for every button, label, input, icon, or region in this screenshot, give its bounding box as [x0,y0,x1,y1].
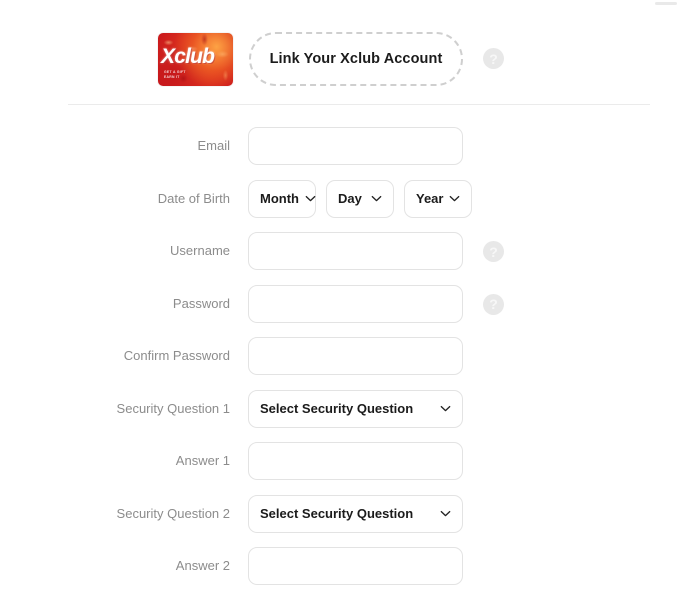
xclub-account-registration-page: Xclub GET A GIFT EARN IT Link Your Xclub… [0,0,680,613]
form-row-answer-2: Answer 2 [0,547,680,600]
control-answer-2 [248,547,463,585]
dob-year-select[interactable]: Year [404,179,472,218]
form-row-email: Email [0,127,680,180]
label-date-of-birth: Date of Birth [157,190,230,206]
dob-year-select-value: Year [416,191,444,206]
security-question-1-selected-value: Select Security Question [260,401,414,416]
header-divider [68,104,650,105]
label-answer-2: Answer 2 [175,558,230,573]
security-question-1-select[interactable]: Select Security Question [248,389,463,428]
username-input[interactable] [248,232,463,270]
xclub-card-logo: Xclub GET A GIFT EARN IT [158,33,233,86]
date-of-birth-group: Month Day Year [248,179,472,218]
control-answer-1 [248,442,463,480]
email-input[interactable] [248,127,463,165]
form-row-security-question-2: Security Question 2 Select Security Quest… [0,494,680,548]
card-subtext-label: GET A GIFT EARN IT [164,70,186,80]
help-icon-link-account[interactable]: ? [483,48,504,69]
form-row-date-of-birth: Date of Birth Month Day Year [0,179,680,233]
chevron-down-icon [440,403,451,414]
scrollbar-thumb[interactable] [655,2,677,5]
registration-form: Email Date of Birth Month Day Year Username? P… [0,127,680,600]
control-password [248,284,463,323]
label-security-question-1: Security Question 1 [116,400,230,416]
control-security-question-1: Select Security Question [248,389,463,428]
chevron-down-icon [440,508,451,519]
label-username: Username [170,243,230,258]
chevron-down-icon [305,193,316,204]
security-question-2-selected-value: Select Security Question [260,506,414,521]
confirm-password-input[interactable] [248,337,463,375]
dob-month-select[interactable]: Month [248,179,316,218]
control-confirm-password [248,337,463,375]
security-question-2-select[interactable]: Select Security Question [248,494,463,533]
help-icon[interactable]: ? [483,241,504,262]
label-password: Password [172,295,230,311]
chevron-down-icon [449,193,460,204]
dob-day-select-value: Day [338,191,362,206]
link-xclub-account-button[interactable]: Link Your Xclub Account [249,32,463,86]
control-email [248,127,463,165]
card-wordmark-label: Xclub [161,45,215,68]
chevron-down-icon [371,193,382,204]
answer-2-input[interactable] [248,547,463,585]
help-icon[interactable]: ? [483,293,504,315]
form-row-password: Password? [0,284,680,338]
form-row-answer-1: Answer 1 [0,442,680,495]
password-input[interactable] [248,284,463,323]
header-row: Xclub GET A GIFT EARN IT Link Your Xclub… [0,32,680,94]
dob-month-select-value: Month [260,191,299,206]
label-email: Email [197,138,230,153]
form-row-username: Username? [0,232,680,285]
label-confirm-password: Confirm Password [123,348,230,363]
link-xclub-account-label: Link Your Xclub Account [269,51,443,67]
dob-day-select[interactable]: Day [326,179,394,218]
card-subtext-line-2: EARN IT [164,75,180,79]
control-username [248,232,463,270]
form-row-confirm-password: Confirm Password [0,337,680,390]
form-row-security-question-1: Security Question 1 Select Security Quest… [0,389,680,443]
control-date-of-birth: Month Day Year [248,179,472,218]
control-security-question-2: Select Security Question [248,494,463,533]
answer-1-input[interactable] [248,442,463,480]
label-security-question-2: Security Question 2 [116,505,230,521]
label-answer-1: Answer 1 [175,453,230,468]
